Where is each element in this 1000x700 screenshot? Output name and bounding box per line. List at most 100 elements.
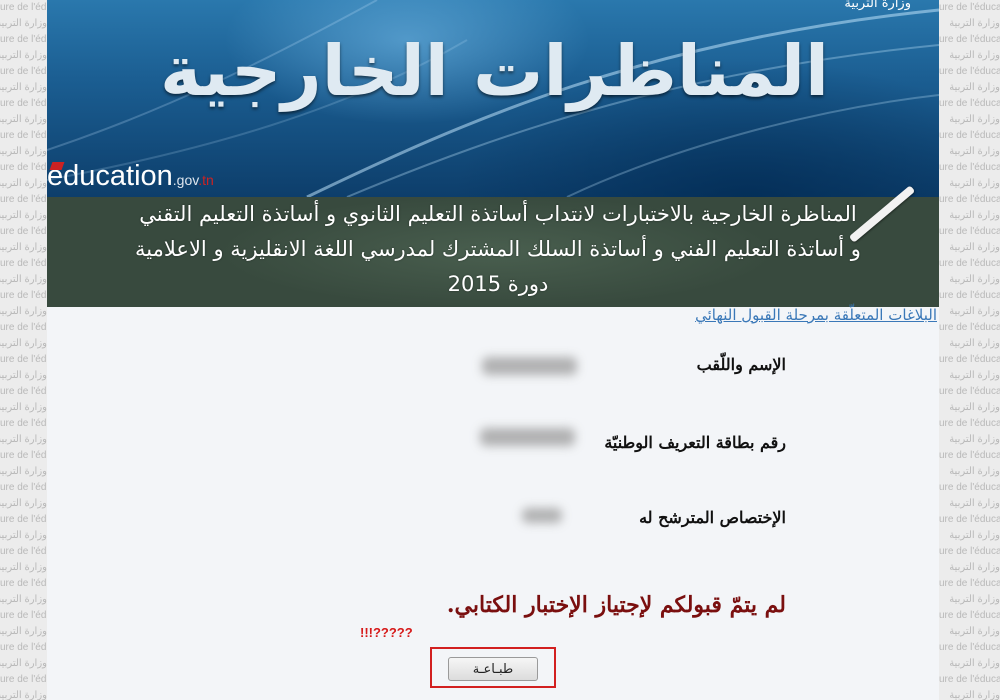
watermark-text: ure de l'éducation xyxy=(939,290,1000,301)
watermark-text: ure de l'éducation xyxy=(0,482,47,493)
education-logo: education.gov.tn xyxy=(47,160,214,193)
ministry-label: وزارة التربية xyxy=(844,0,911,11)
watermark-text: وزارة التربية xyxy=(0,178,47,189)
national-id-value-redacted xyxy=(480,428,575,446)
watermark-text: ure de l'éducation xyxy=(0,674,47,685)
watermark-text: وزارة التربية xyxy=(0,18,47,29)
watermark-text: وزارة التربية xyxy=(0,434,47,445)
logo-main-text: education xyxy=(47,160,173,192)
watermark-text: ure de l'éducation xyxy=(939,162,1000,173)
watermark-text: وزارة التربية xyxy=(949,306,1000,317)
watermark-text: وزارة التربية xyxy=(0,210,47,221)
watermark-text: وزارة التربية xyxy=(0,274,47,285)
watermark-text: وزارة التربية xyxy=(949,594,1000,605)
watermark-text: ure de l'éducation xyxy=(939,610,1000,621)
description-line-2: و أساتذة التعليم الفني و أساتذة السلك ال… xyxy=(135,237,861,261)
watermark-text: وزارة التربية xyxy=(0,146,47,157)
watermark-text: وزارة التربية xyxy=(949,466,1000,477)
watermark-text: ure de l'éducation xyxy=(0,66,47,77)
annotation-marks: !!!????? xyxy=(360,625,413,640)
watermark-text: ure de l'éducation xyxy=(939,546,1000,557)
watermark-text: وزارة التربية xyxy=(949,82,1000,93)
watermark-text: ure de l'éducation xyxy=(0,2,47,13)
watermark-text: ure de l'éducation xyxy=(939,514,1000,525)
watermark-text: وزارة التربية xyxy=(949,338,1000,349)
national-id-label: رقم بطاقة التعريف الوطنيّة xyxy=(604,433,786,452)
name-label: الإسم واللّقب xyxy=(696,355,786,374)
watermark-text: ure de l'éducation xyxy=(939,34,1000,45)
watermark-text: ure de l'éducation xyxy=(939,578,1000,589)
logo-tn-text: .tn xyxy=(198,172,214,188)
right-watermark-gutter: ure de l'éducation وزارة التربية ure de l'… xyxy=(939,0,1000,700)
watermark-text: ure de l'éducation xyxy=(939,482,1000,493)
banner-title: المناظرات الخارجية xyxy=(159,30,829,112)
specialty-label: الإختصاص المترشح له xyxy=(639,508,786,527)
watermark-text: ure de l'éducation xyxy=(0,322,47,333)
watermark-text: وزارة التربية xyxy=(0,82,47,93)
watermark-text: ure de l'éducation xyxy=(0,578,47,589)
watermark-text: ure de l'éducation xyxy=(0,98,47,109)
watermark-text: وزارة التربية xyxy=(0,626,47,637)
watermark-text: وزارة التربية xyxy=(949,274,1000,285)
print-button[interactable]: طبـاعـة xyxy=(448,657,538,681)
watermark-text: وزارة التربية xyxy=(949,402,1000,413)
watermark-text: ure de l'éducation xyxy=(939,386,1000,397)
watermark-text: وزارة التربية xyxy=(949,434,1000,445)
watermark-text: ure de l'éducation xyxy=(939,354,1000,365)
description-line-3: دورة 2015 xyxy=(447,272,549,296)
watermark-text: وزارة التربية xyxy=(0,402,47,413)
watermark-text: وزارة التربية xyxy=(949,146,1000,157)
watermark-text: ure de l'éducation xyxy=(0,130,47,141)
left-watermark-gutter: ure de l'éducation وزارة التربية ure de l'… xyxy=(0,0,47,700)
result-message: لم يتمّ قبولكم لإجتياز الإختبار الكتابي. xyxy=(446,592,786,618)
watermark-text: ure de l'éducation xyxy=(0,34,47,45)
watermark-text: وزارة التربية xyxy=(0,50,47,61)
watermark-text: ure de l'éducation xyxy=(939,130,1000,141)
watermark-text: ure de l'éducation xyxy=(0,514,47,525)
watermark-text: ure de l'éducation xyxy=(0,418,47,429)
watermark-text: ure de l'éducation xyxy=(939,2,1000,13)
watermark-text: ure de l'éducation xyxy=(0,162,47,173)
watermark-text: وزارة التربية xyxy=(949,626,1000,637)
watermark-text: وزارة التربية xyxy=(0,690,47,700)
watermark-text: ure de l'éducation xyxy=(0,546,47,557)
watermark-text: وزارة التربية xyxy=(0,498,47,509)
description-line-1: المناظرة الخارجية بالاختبارات لانتداب أس… xyxy=(139,202,857,226)
final-admission-notices-link[interactable]: البلاغات المتعلّقة بمرحلة القبول النهائي xyxy=(695,306,937,324)
watermark-text: وزارة التربية xyxy=(0,562,47,573)
watermark-text: ure de l'éducation xyxy=(939,258,1000,269)
page-container: وزارة التربية المناظرات الخارجية educati… xyxy=(47,0,939,700)
watermark-text: وزارة التربية xyxy=(0,466,47,477)
specialty-value-redacted xyxy=(522,508,562,523)
watermark-text: ure de l'éducation xyxy=(0,354,47,365)
watermark-text: وزارة التربية xyxy=(949,178,1000,189)
watermark-text: ure de l'éducation xyxy=(0,610,47,621)
watermark-text: ure de l'éducation xyxy=(0,194,47,205)
watermark-text: وزارة التربية xyxy=(0,114,47,125)
watermark-text: ure de l'éducation xyxy=(939,674,1000,685)
watermark-text: ure de l'éducation xyxy=(0,450,47,461)
watermark-text: ure de l'éducation xyxy=(939,226,1000,237)
watermark-text: ure de l'éducation xyxy=(0,226,47,237)
watermark-text: ure de l'éducation xyxy=(0,386,47,397)
watermark-text: وزارة التربية xyxy=(0,242,47,253)
watermark-text: وزارة التربية xyxy=(949,658,1000,669)
watermark-text: ure de l'éducation xyxy=(939,642,1000,653)
watermark-text: ure de l'éducation xyxy=(939,66,1000,77)
watermark-text: وزارة التربية xyxy=(949,114,1000,125)
chalkboard-banner: المناظرة الخارجية بالاختبارات لانتداب أس… xyxy=(47,197,939,307)
watermark-text: وزارة التربية xyxy=(949,562,1000,573)
watermark-text: وزارة التربية xyxy=(0,338,47,349)
watermark-text: وزارة التربية xyxy=(0,306,47,317)
watermark-text: ure de l'éducation xyxy=(939,450,1000,461)
watermark-text: وزارة التربية xyxy=(949,18,1000,29)
watermark-text: وزارة التربية xyxy=(0,658,47,669)
watermark-text: وزارة التربية xyxy=(0,594,47,605)
watermark-text: ure de l'éducation xyxy=(939,98,1000,109)
watermark-text: ure de l'éducation xyxy=(0,290,47,301)
watermark-text: وزارة التربية xyxy=(0,530,47,541)
watermark-text: وزارة التربية xyxy=(949,530,1000,541)
watermark-text: وزارة التربية xyxy=(949,242,1000,253)
watermark-text: ure de l'éducation xyxy=(939,194,1000,205)
watermark-text: وزارة التربية xyxy=(949,50,1000,61)
